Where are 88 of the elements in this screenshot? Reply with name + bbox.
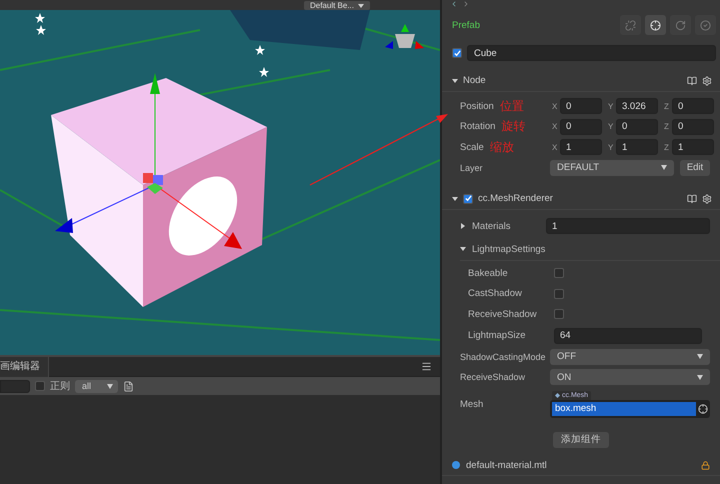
section-title: Node	[463, 75, 487, 86]
checkbox-label: 正则	[50, 380, 70, 393]
menu-icon[interactable]	[421, 361, 432, 372]
property-label: ShadowCastingMode	[460, 352, 547, 362]
property-label: ReceiveShadow	[468, 308, 538, 320]
section-header[interactable]: cc.MeshRenderer	[442, 188, 720, 210]
checkbox[interactable]	[554, 288, 564, 299]
dropdown[interactable]: ON	[550, 369, 710, 386]
camera-dropdown[interactable]: Default Be...	[304, 1, 370, 10]
property-label: CastShadow	[468, 288, 523, 300]
number-field[interactable]: 0	[672, 98, 714, 114]
number-field[interactable]: 1	[560, 139, 602, 156]
forward-icon[interactable]	[462, 0, 470, 8]
particle-icon	[36, 25, 46, 35]
broken-link-icon	[625, 20, 636, 30]
caret-icon	[697, 354, 703, 360]
book-icon[interactable]	[687, 76, 697, 86]
property-label: ReceiveShadow	[460, 372, 526, 382]
refresh-icon	[675, 20, 686, 30]
prefab-label: Prefab	[452, 20, 481, 30]
property-label: Bakeable	[468, 268, 509, 279]
check-circle-icon	[700, 20, 711, 30]
number-field[interactable]: 0	[672, 118, 714, 135]
number-field[interactable]: 1	[672, 139, 714, 156]
section-title: cc.MeshRenderer	[478, 193, 554, 204]
particle-icon	[35, 13, 45, 23]
caret-icon	[107, 384, 113, 388]
asset-field[interactable]: box.mesh	[550, 400, 710, 418]
axis-label: Z	[664, 122, 670, 132]
settings-icon[interactable]	[702, 76, 712, 86]
filter-dropdown[interactable]: all	[75, 380, 118, 392]
search-field[interactable]	[0, 380, 30, 392]
axis-label: Y	[608, 102, 614, 111]
book-icon[interactable]	[687, 194, 697, 204]
property-label: Layer	[460, 162, 484, 173]
caret-icon	[697, 374, 703, 380]
caret-icon	[661, 165, 667, 170]
panel-tab[interactable]: 画编辑器	[0, 356, 49, 376]
axis-label: Z	[664, 102, 670, 111]
checkbox[interactable]	[554, 268, 564, 278]
diamond-icon	[555, 393, 560, 398]
axis-label: X	[552, 142, 558, 152]
particle-icon	[255, 45, 265, 55]
property-label: Mesh	[460, 399, 484, 410]
axis-label: X	[552, 102, 558, 111]
node-name-field[interactable]: Cube	[467, 45, 716, 61]
asset-name: default-material.mtl	[466, 460, 548, 470]
number-field[interactable]: 0	[560, 118, 602, 135]
add-component-button[interactable]: 添加组件	[553, 432, 609, 448]
particle-icon	[259, 67, 269, 77]
group-toggle[interactable]: LightmapSettings	[460, 244, 620, 254]
orientation-gizmo-drawing	[385, 24, 424, 49]
settings-icon[interactable]	[702, 194, 712, 204]
locate-icon[interactable]	[698, 404, 708, 414]
property-label: Rotation	[460, 121, 496, 132]
asset-item[interactable]: default-material.mtl	[442, 456, 720, 476]
property-label: Scale	[460, 142, 484, 153]
property-label: Position	[460, 100, 494, 112]
dropdown[interactable]: OFF	[550, 348, 710, 365]
group-toggle[interactable]: Materials	[460, 220, 546, 232]
axis-label: Y	[608, 122, 614, 132]
section-header[interactable]: Node	[442, 70, 720, 92]
crosshair-icon	[650, 20, 661, 30]
regex-checkbox[interactable]	[35, 381, 45, 391]
axis-label: Y	[608, 142, 614, 152]
material-icon	[452, 461, 460, 469]
annotation-label: 缩放	[490, 138, 514, 156]
axis-label: X	[552, 122, 558, 132]
edit-button[interactable]: Edit	[680, 160, 710, 176]
axis-label: Z	[664, 142, 670, 152]
text-field[interactable]: 64	[554, 328, 702, 344]
count-field[interactable]: 1	[546, 218, 710, 234]
annotation-label: 旋转	[501, 118, 526, 136]
back-icon[interactable]	[450, 0, 458, 8]
file-icon[interactable]	[123, 380, 134, 392]
dropdown[interactable]: DEFAULT	[550, 160, 674, 176]
asset-value: box.mesh	[552, 402, 696, 416]
number-field[interactable]: 3.026	[616, 98, 658, 114]
annotation-label: 位置	[500, 98, 524, 115]
checkbox[interactable]	[554, 309, 564, 320]
apply-button[interactable]	[695, 15, 716, 35]
number-field[interactable]: 0	[616, 118, 658, 135]
number-field[interactable]: 0	[560, 98, 602, 114]
property-label: LightmapSize	[468, 330, 527, 341]
number-field[interactable]: 1	[616, 139, 658, 156]
locate-button[interactable]	[645, 15, 666, 35]
component-checkbox[interactable]	[463, 194, 473, 204]
node-active-checkbox[interactable]	[452, 48, 462, 58]
